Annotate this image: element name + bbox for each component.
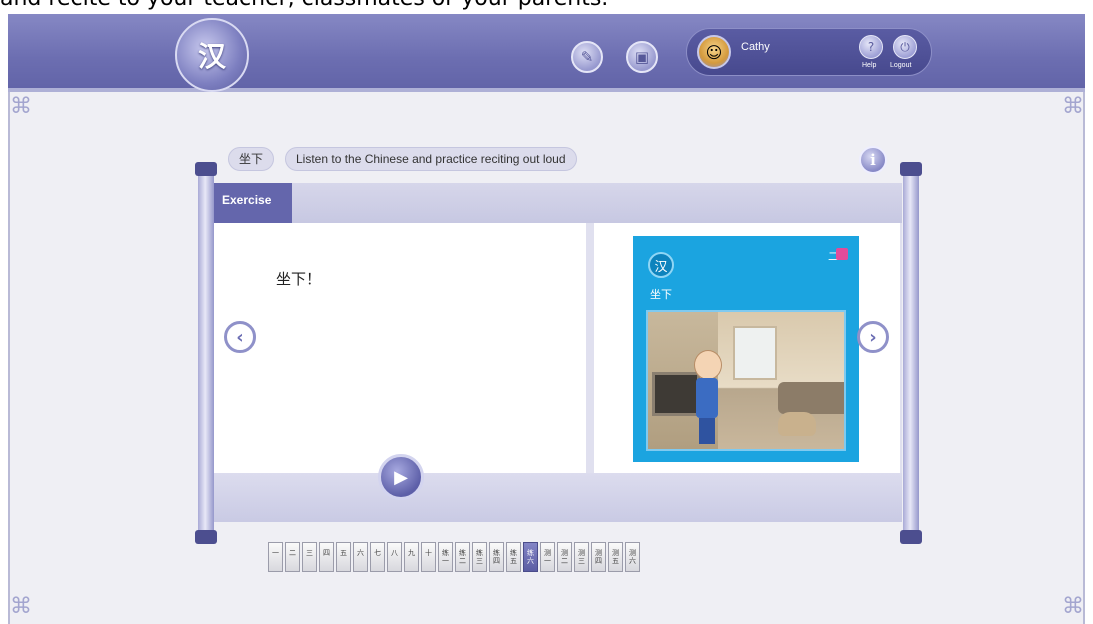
chinese-sentence: 坐下！ xyxy=(276,270,322,288)
dog xyxy=(778,412,816,436)
card-logo-glyph: 汉 xyxy=(654,259,668,275)
pencil-button[interactable]: ✎ xyxy=(571,41,603,73)
lesson-button[interactable]: 练四 xyxy=(489,542,504,572)
lesson-button[interactable]: 测二 xyxy=(557,542,572,572)
boy-head xyxy=(694,350,722,380)
lesson-navigation: 一二三四五六七八九十练一 练二 练三 练四 练五 练六 测一 测二 测三 测四 测五 测六 xyxy=(268,542,640,572)
help-icon: ? xyxy=(867,40,875,54)
instruction-caption: and recite to your teacher, classmates o… xyxy=(0,0,608,11)
info-icon: i xyxy=(870,151,876,169)
lesson-button[interactable]: 六 xyxy=(353,542,368,572)
rod-cap xyxy=(900,530,922,544)
corner-ornament-icon: ⌘ xyxy=(10,594,32,619)
play-audio-button[interactable]: ▶ xyxy=(378,454,424,500)
next-button[interactable]: › xyxy=(857,321,889,353)
logo-glyph: 汉 xyxy=(197,40,226,73)
logout-label: Logout xyxy=(890,62,912,69)
notebook-icon: ▣ xyxy=(634,48,650,66)
card-logo-icon: 汉 xyxy=(648,252,674,278)
logout-button[interactable]: ⏻ xyxy=(893,35,917,59)
rod-cap xyxy=(900,162,922,176)
user-panel: ☺ Cathy ? Help ⏻ Logout xyxy=(686,28,932,76)
rod-cap xyxy=(195,162,217,176)
avatar-icon: ☺ xyxy=(705,42,723,62)
corner-ornament-icon: ⌘ xyxy=(1062,594,1084,619)
chevron-right-icon: › xyxy=(869,326,877,348)
lesson-button[interactable]: 练五 xyxy=(506,542,521,572)
lesson-button[interactable]: 十 xyxy=(421,542,436,572)
card-caption: 坐下 xyxy=(650,288,672,301)
lesson-button[interactable]: 练三 xyxy=(472,542,487,572)
pencil-icon: ✎ xyxy=(580,48,594,66)
lesson-button[interactable]: 测三 xyxy=(574,542,589,572)
lesson-button[interactable]: 一 xyxy=(268,542,283,572)
lesson-button[interactable]: 测四 xyxy=(591,542,606,572)
scroll-rod-left xyxy=(198,168,214,540)
living-room-illustration xyxy=(646,310,846,451)
lesson-button[interactable]: 测一 xyxy=(540,542,555,572)
lesson-tag: 坐下 xyxy=(228,147,275,171)
lesson-button[interactable]: 七 xyxy=(370,542,385,572)
instruction-text: Listen to the Chinese and practice recit… xyxy=(285,147,577,171)
tab-row xyxy=(214,183,902,223)
lesson-button[interactable]: 三 xyxy=(302,542,317,572)
play-icon: ▶ xyxy=(394,466,408,488)
avatar[interactable]: ☺ xyxy=(697,35,731,69)
lesson-button[interactable]: 四 xyxy=(319,542,334,572)
window xyxy=(733,326,777,380)
boy-figure xyxy=(690,350,724,446)
lesson-button[interactable]: 八 xyxy=(387,542,402,572)
previous-button[interactable]: ‹ xyxy=(224,321,256,353)
help-button[interactable]: ? xyxy=(859,35,883,59)
lesson-button[interactable]: 测五 xyxy=(608,542,623,572)
app-logo[interactable]: 汉 xyxy=(175,18,249,92)
rod-cap xyxy=(195,530,217,544)
power-icon: ⏻ xyxy=(900,39,910,54)
help-label: Help xyxy=(862,62,877,69)
notebook-button[interactable]: ▣ xyxy=(626,41,658,73)
corner-ornament-icon: ⌘ xyxy=(10,94,32,119)
chevron-left-icon: ‹ xyxy=(236,326,244,348)
scroll-bottom-band xyxy=(214,473,902,522)
sofa xyxy=(778,382,844,414)
lesson-button[interactable]: 二 xyxy=(285,542,300,572)
scroll-rod-right xyxy=(903,168,919,540)
exercise-tab-label: Exercise xyxy=(222,193,272,207)
boy-legs xyxy=(699,418,715,444)
lesson-button[interactable]: 测六 xyxy=(625,542,640,572)
lesson-button[interactable]: 九 xyxy=(404,542,419,572)
boy-body xyxy=(696,378,718,418)
lesson-button[interactable]: 五 xyxy=(336,542,351,572)
text-page xyxy=(214,223,586,473)
lesson-button[interactable]: 练二 xyxy=(455,542,470,572)
lesson-button[interactable]: 练一 xyxy=(438,542,453,572)
corner-ornament-icon: ⌘ xyxy=(1062,94,1084,119)
info-button[interactable]: i xyxy=(859,146,887,174)
card-tag-icon xyxy=(836,248,848,260)
lesson-button[interactable]: 练六 xyxy=(523,542,538,572)
username: Cathy xyxy=(741,41,770,53)
